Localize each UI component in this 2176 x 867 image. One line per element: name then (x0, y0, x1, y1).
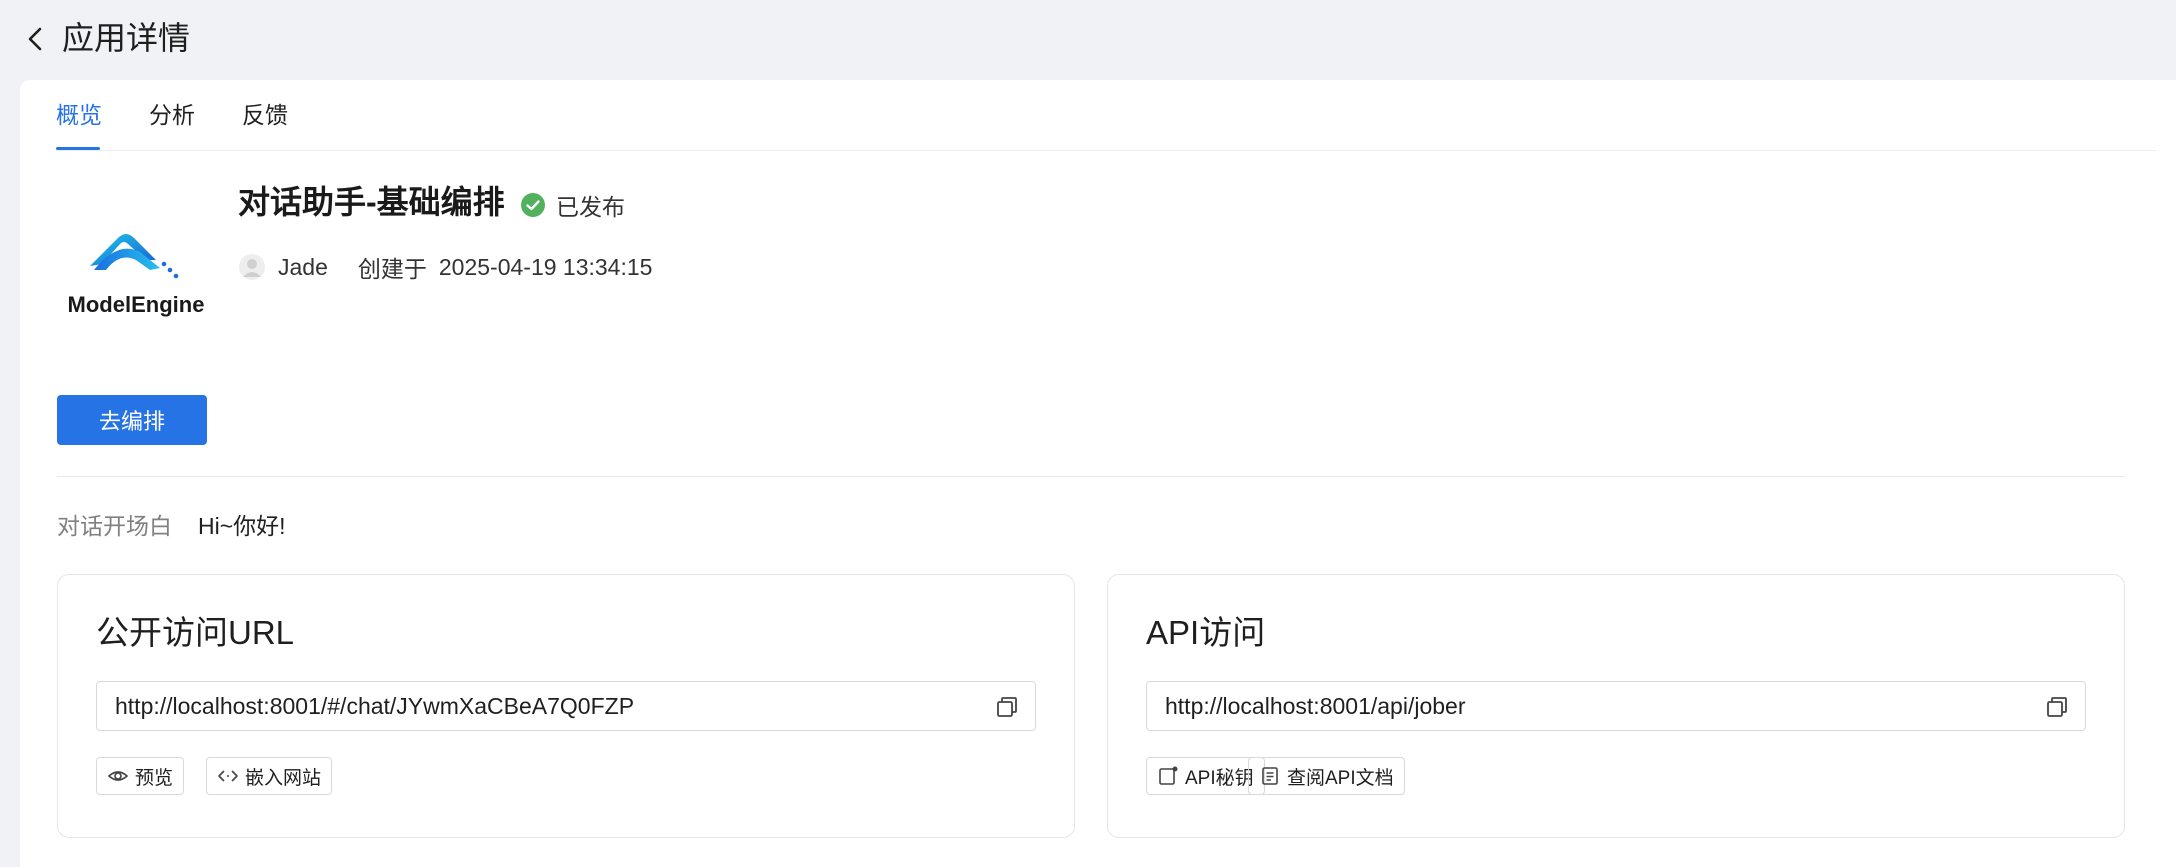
app-name: 对话助手-基础编排 (238, 184, 505, 220)
opening-label: 对话开场白 (57, 513, 172, 539)
copy-icon[interactable] (2045, 695, 2069, 719)
created-time: 2025-04-19 13:34:15 (438, 253, 653, 280)
api-docs-button[interactable]: 查阅API文档 (1248, 757, 1405, 795)
app-logo: ModelEngine (68, 234, 205, 317)
document-icon (1262, 767, 1278, 785)
embed-website-button[interactable]: 嵌入网站 (206, 757, 333, 795)
public-url-field[interactable]: http://localhost:8001/#/chat/JYwmXaCBeA7… (96, 681, 1036, 731)
api-url-text: http://localhost:8001/api/jober (1165, 692, 1466, 719)
api-key-label: API秘钥 (1185, 767, 1254, 789)
public-url-text: http://localhost:8001/#/chat/JYwmXaCBeA7… (115, 692, 635, 719)
app-meta: Jade 创建于 2025-04-19 13:34:15 (238, 250, 652, 284)
code-icon (218, 770, 238, 782)
key-doc-icon (1159, 766, 1178, 785)
api-access-card: API访问 http://localhost:8001/api/jober AP… (1107, 574, 2125, 838)
author-name: Jade (278, 253, 328, 280)
tab-analysis[interactable]: 分析 (149, 100, 195, 130)
back-arrow-icon[interactable] (22, 22, 50, 56)
tab-overview[interactable]: 概览 (56, 100, 102, 130)
api-key-button[interactable]: API秘钥 (1146, 757, 1265, 795)
opening-value: Hi~你好! (198, 513, 286, 539)
api-docs-label: 查阅API文档 (1287, 767, 1394, 789)
divider (57, 476, 2125, 477)
main-panel: 概览 分析 反馈 ModelEngine 对话助手-基础编排 已发布 Jade … (20, 80, 2176, 867)
eye-icon (107, 771, 129, 781)
active-tab-indicator (56, 147, 100, 150)
embed-label: 嵌入网站 (245, 767, 322, 789)
avatar-icon (239, 254, 265, 280)
page-title: 应用详情 (62, 20, 191, 56)
status-badge: 已发布 (520, 188, 625, 222)
status-text: 已发布 (556, 194, 625, 220)
go-edit-button[interactable]: 去编排 (57, 395, 207, 445)
api-url-field[interactable]: http://localhost:8001/api/jober (1146, 681, 2086, 731)
public-url-card: 公开访问URL http://localhost:8001/#/chat/JYw… (57, 574, 1075, 838)
tab-feedback[interactable]: 反馈 (242, 100, 288, 130)
copy-icon[interactable] (995, 695, 1019, 719)
tab-bar: 概览 分析 反馈 (56, 80, 2156, 151)
top-bar: 应用详情 (0, 0, 2176, 78)
check-circle-icon (521, 193, 545, 217)
preview-button[interactable]: 预览 (96, 757, 185, 795)
created-label: 创建于 (357, 256, 427, 282)
preview-label: 预览 (135, 767, 174, 789)
public-url-title: 公开访问URL (96, 614, 295, 651)
logo-text: ModelEngine (68, 292, 205, 317)
api-access-title: API访问 (1146, 614, 1266, 651)
